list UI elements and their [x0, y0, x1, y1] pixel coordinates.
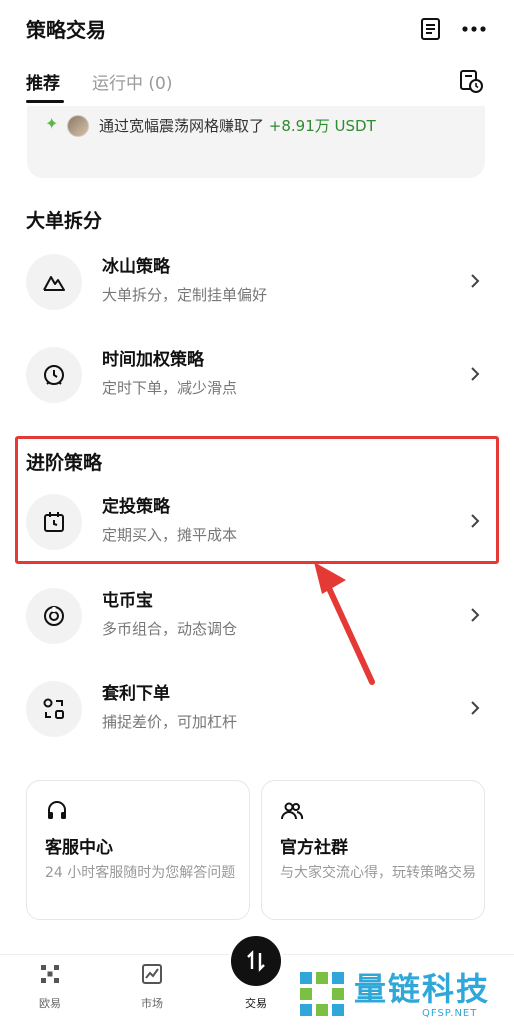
watermark-logo-icon [300, 972, 344, 1016]
section-title-large-order: 大单拆分 [26, 210, 103, 232]
history-icon[interactable] [458, 68, 484, 94]
tab-running[interactable]: 运行中 (0) [92, 69, 172, 94]
strategy-item-iceberg[interactable]: 冰山策略 大单拆分，定制挂单偏好 [26, 246, 488, 318]
banner-text: 通过宽幅震荡网格赚取了 +8.91万 USDT [99, 115, 376, 136]
chevron-right-icon [471, 608, 480, 622]
nav-label: 欧易 [39, 997, 61, 1010]
trade-button[interactable] [228, 933, 284, 989]
watermark-text: 量链科技 [354, 970, 491, 1008]
card-desc: 与大家交流心得，玩转策略交易 [280, 865, 476, 881]
card-title: 客服中心 [45, 838, 113, 858]
top-bar: 策略交易 [0, 0, 514, 60]
nav-label: 市场 [141, 997, 163, 1010]
strategy-item-arbitrage[interactable]: 套利下单 捕捉差价，可加杠杆 [26, 673, 488, 745]
headset-icon [48, 801, 66, 819]
chevron-right-icon [471, 274, 480, 288]
community-card[interactable]: 官方社群 与大家交流心得，玩转策略交易 [261, 780, 485, 920]
banner-prefix: 通过宽幅震荡网格赚取了 [99, 117, 269, 135]
okx-logo-icon [41, 965, 59, 983]
chevron-right-icon [471, 701, 480, 715]
mountain-icon [43, 276, 65, 291]
banner-gain: +8.91万 USDT [268, 117, 376, 135]
card-desc: 24 小时客服随时为您解答问题 [45, 865, 236, 881]
strategy-item-coin-portfolio[interactable]: 屯币宝 多币组合，动态调仓 [26, 580, 488, 652]
market-chart-icon [142, 964, 162, 984]
strategy-desc: 定时下单，减少滑点 [102, 379, 238, 397]
icon-circle [26, 681, 82, 737]
trade-swap-icon [247, 950, 265, 972]
strategy-desc: 大单拆分，定制挂单偏好 [102, 286, 268, 304]
document-icon[interactable] [420, 17, 442, 41]
strategy-name: 冰山策略 [102, 257, 170, 277]
tab-bar: 推荐 运行中 (0) [0, 60, 514, 106]
tab-recommended[interactable]: 推荐 [26, 69, 60, 94]
strategy-name: 时间加权策略 [102, 350, 204, 370]
icon-circle [26, 588, 82, 644]
strategy-desc: 多币组合，动态调仓 [102, 620, 238, 638]
avatar [67, 115, 89, 137]
earnings-banner[interactable]: ✦ 通过宽幅震荡网格赚取了 +8.91万 USDT [27, 106, 485, 178]
icon-circle [26, 254, 82, 310]
strategy-desc: 捕捉差价，可加杠杆 [102, 713, 238, 731]
strategy-name: 套利下单 [102, 684, 170, 704]
sparkle-icon: ✦ [45, 114, 59, 133]
community-icon [281, 802, 304, 820]
nav-item-market[interactable]: 市场 [122, 963, 182, 1011]
nav-label-trade: 交易 [245, 997, 267, 1010]
chevron-right-icon [471, 367, 480, 381]
page-title: 策略交易 [26, 18, 106, 42]
more-icon[interactable] [460, 18, 488, 40]
annotation-arrow-icon [314, 562, 375, 685]
icon-circle [26, 347, 82, 403]
highlight-box [15, 436, 499, 564]
watermark: 量链科技 QFSP.NET [292, 960, 512, 1026]
watermark-sub: QFSP.NET [422, 1008, 478, 1019]
nav-item-okx[interactable]: 欧易 [20, 963, 80, 1011]
arbitrage-icon [43, 698, 64, 719]
card-title: 官方社群 [280, 838, 348, 858]
strategy-name: 屯币宝 [102, 591, 153, 611]
tab-underline [26, 100, 64, 103]
clock-icon [44, 365, 64, 385]
customer-service-card[interactable]: 客服中心 24 小时客服随时为您解答问题 [26, 780, 250, 920]
coin-target-icon [44, 606, 64, 626]
strategy-item-twap[interactable]: 时间加权策略 定时下单，减少滑点 [26, 339, 488, 411]
